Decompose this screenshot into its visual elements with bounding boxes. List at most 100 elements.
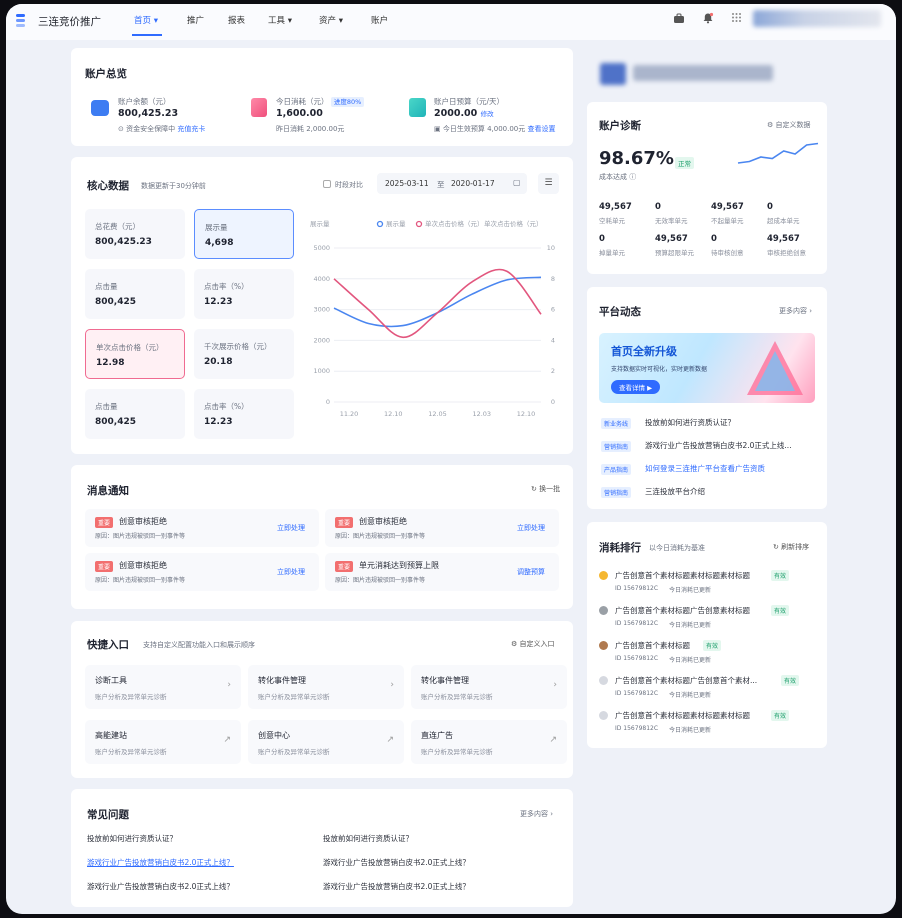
budget-settings-link[interactable]: 查看设置 [528,125,556,133]
diagnosis-stat-label[interactable]: 待审核创意 [711,247,744,257]
external-link-icon: ↗ [549,735,557,745]
quick-entry-tile[interactable]: 转化事件管理 账户分析及异常单元诊断 › [411,665,567,709]
refresh-ranking-button[interactable]: ↻ 刷新排序 [773,542,809,552]
metric-tile-ctr[interactable]: 点击率（%） 12.23 [194,269,294,319]
banner-view-button[interactable]: 查看详情 ▶ [611,380,661,394]
diagnosis-stat-label[interactable]: 不起量单元 [711,215,744,225]
ranking-item-id: ID 15679812C [615,655,659,662]
news-tag: 新业务线 [601,418,632,429]
ranking-item-title[interactable]: 广告创意首个素材标题广告创意素材标题 [615,605,750,616]
platform-more-link[interactable]: 更多内容 › [779,306,812,316]
faq-link[interactable]: 游戏行业广告投放营销白皮书2.0正式上线？ [323,857,470,868]
quick-entry-desc: 账户分析及异常单元诊断 [421,748,493,756]
nav-home[interactable]: 首页 ▾ [134,14,158,26]
faq-link[interactable]: 游戏行业广告投放营销白皮书2.0正式上线？ [87,857,234,868]
quick-entry-tile[interactable]: 直连广告 账户分析及异常单元诊断 ↗ [411,720,567,764]
news-link[interactable]: 投放前如何进行资质认证？ [645,417,735,428]
faq-link[interactable]: 游戏行业广告投放营销白皮书2.0正式上线？ [323,881,470,892]
diagnosis-stat-label[interactable]: 审核拒绝创意 [767,247,806,257]
y-left-tick-label: 1000 [313,367,330,375]
diagnosis-sparkline [737,142,819,164]
metric-tile-ctr-2[interactable]: 点击率（%） 12.23 [194,389,294,439]
nav-reports[interactable]: 报表 [228,14,245,26]
balance-value: 800,425.23 [118,108,179,119]
date-end: 2020-01-17 [451,179,495,188]
news-link[interactable]: 如何登录三连推广平台查看广告资质 [645,463,765,474]
ranking-item-title[interactable]: 广告创意首个素材标题素材标题素材标题 [615,570,750,581]
x-tick-label: 12.10 [517,410,536,418]
platform-news-title: 平台动态 [599,306,641,318]
refresh-batch-button[interactable]: ↻ 换一批 [531,484,560,494]
ranking-status-badge: 有效 [703,640,722,651]
quick-entry-tile[interactable]: 高能建站 账户分析及异常单元诊断 ↗ [85,720,241,764]
ranking-item-title[interactable]: 广告创意首个素材标题 [615,640,690,651]
metric-tile-impressions[interactable]: 展示量 4,698 [194,209,294,259]
faq-more-link[interactable]: 更多内容 › [520,809,553,819]
faq-link[interactable]: 游戏行业广告投放营销白皮书2.0正式上线？ [87,881,234,892]
metric-tile-clicks-2[interactable]: 点击量 800,425 [85,389,185,439]
help-icon: ⓘ [629,173,637,181]
metric-value: 800,425 [95,297,136,307]
news-link[interactable]: 游戏行业广告投放营销白皮书2.0正式上线... [645,440,792,451]
y-right-tick-label: 4 [551,336,555,344]
nav-promotion[interactable]: 推广 [187,14,204,26]
message-action-link[interactable]: 立即处理 [277,567,305,577]
message-item[interactable]: 重要 单元消耗达到预算上限 原因：图片违规被驳回一别事件等 调整预算 [325,553,559,591]
diagnosis-stat-label[interactable]: 掉量单元 [599,247,625,257]
custom-data-button[interactable]: ⚙ 自定义数据 [767,120,811,130]
quick-entry-tile[interactable]: 创意中心 账户分析及异常单元诊断 ↗ [248,720,404,764]
user-profile-blurred[interactable] [753,10,881,27]
core-data-updated: 数据更新于30分钟前 [141,182,206,190]
ranking-item-title[interactable]: 广告创意首个素材标题广告创意首个素材... [615,675,757,686]
metric-tile-cpm[interactable]: 千次展示价格（元） 20.18 [194,329,294,379]
compare-checkbox[interactable] [323,180,331,188]
promo-banner[interactable]: 首页全新升级 支持数据实时可视化，实时更新数据 查看详情 ▶ [599,333,815,403]
message-item[interactable]: 重要 创意审核拒绝 原因：图片违规被驳回一别事件等 立即处理 [85,553,319,591]
refresh-batch-label: 换一批 [539,485,561,493]
news-tag: 产品指南 [601,464,632,475]
y-right-tick-label: 2 [551,367,555,375]
quick-entry-tile[interactable]: 转化事件管理 账户分析及异常单元诊断 › [248,665,404,709]
series-line [333,276,542,328]
quick-entry-title: 转化事件管理 [258,676,306,685]
message-item[interactable]: 重要 创意审核拒绝 原因：图片违规被驳回一别事件等 立即处理 [325,509,559,547]
list-view-icon[interactable]: ☰ [538,173,559,194]
sparkline-path [737,142,819,164]
news-link[interactable]: 三连投放平台介绍 [645,486,705,497]
nav-tools[interactable]: 工具 ▾ [268,14,292,26]
message-item[interactable]: 重要 创意审核拒绝 原因：图片违规被驳回一别事件等 立即处理 [85,509,319,547]
message-action-link[interactable]: 立即处理 [277,523,305,533]
quick-entry-tile[interactable]: 诊断工具 账户分析及异常单元诊断 › [85,665,241,709]
diagnosis-stat-label[interactable]: 空耗单元 [599,215,625,225]
ranking-item-title[interactable]: 广告创意首个素材标题素材标题素材标题 [615,710,750,721]
message-action-link[interactable]: 立即处理 [517,523,545,533]
metric-label: 千次展示价格（元） [204,342,272,351]
metric-tile-clicks[interactable]: 点击量 800,425 [85,269,185,319]
document-icon [251,98,267,117]
bell-icon[interactable] [701,12,715,26]
app-window: 三连竞价推广 首页 ▾ 推广 报表 工具 ▾ 资产 ▾ 账户 账户总览 账户余额… [6,4,896,914]
diagnosis-score: 98.67% [599,148,674,169]
recharge-link[interactable]: 充值充卡 [177,125,205,133]
faq-link[interactable]: 投放前如何进行资质认证？ [87,833,177,844]
briefcase-icon[interactable] [672,12,686,26]
budget-icon [409,98,426,117]
y-right-tick-label: 0 [551,398,555,406]
faq-link[interactable]: 投放前如何进行资质认证？ [323,833,413,844]
nav-assets[interactable]: 资产 ▾ [319,14,343,26]
diagnosis-stat-label[interactable]: 预算超限单元 [655,247,694,257]
metric-tile-total-spend[interactable]: 总花费（元） 800,425.23 [85,209,185,259]
account-diagnosis-card: 账户诊断 ⚙ 自定义数据 98.67% 正常 成本达成 ⓘ 49,567 空耗单元… [587,102,827,274]
diagnosis-score-label: 成本达成 ⓘ [599,172,636,182]
date-range-picker[interactable]: 2025-03-11 至 2020-01-17 ▢ [377,173,527,194]
metric-tile-cpc[interactable]: 单次点击价格（元） 12.98 [85,329,185,379]
promo-header-blurred [591,54,835,94]
budget-edit-link[interactable]: 修改 [481,110,494,118]
diagnosis-stat-label[interactable]: 超成本单元 [767,215,800,225]
custom-entry-button[interactable]: ⚙ 自定义入口 [511,639,555,649]
metric-value: 20.18 [204,357,233,367]
apps-grid-icon[interactable] [729,12,743,26]
diagnosis-stat-label[interactable]: 无效率单元 [655,215,688,225]
nav-account[interactable]: 账户 [371,14,388,26]
message-action-link[interactable]: 调整预算 [517,567,545,577]
